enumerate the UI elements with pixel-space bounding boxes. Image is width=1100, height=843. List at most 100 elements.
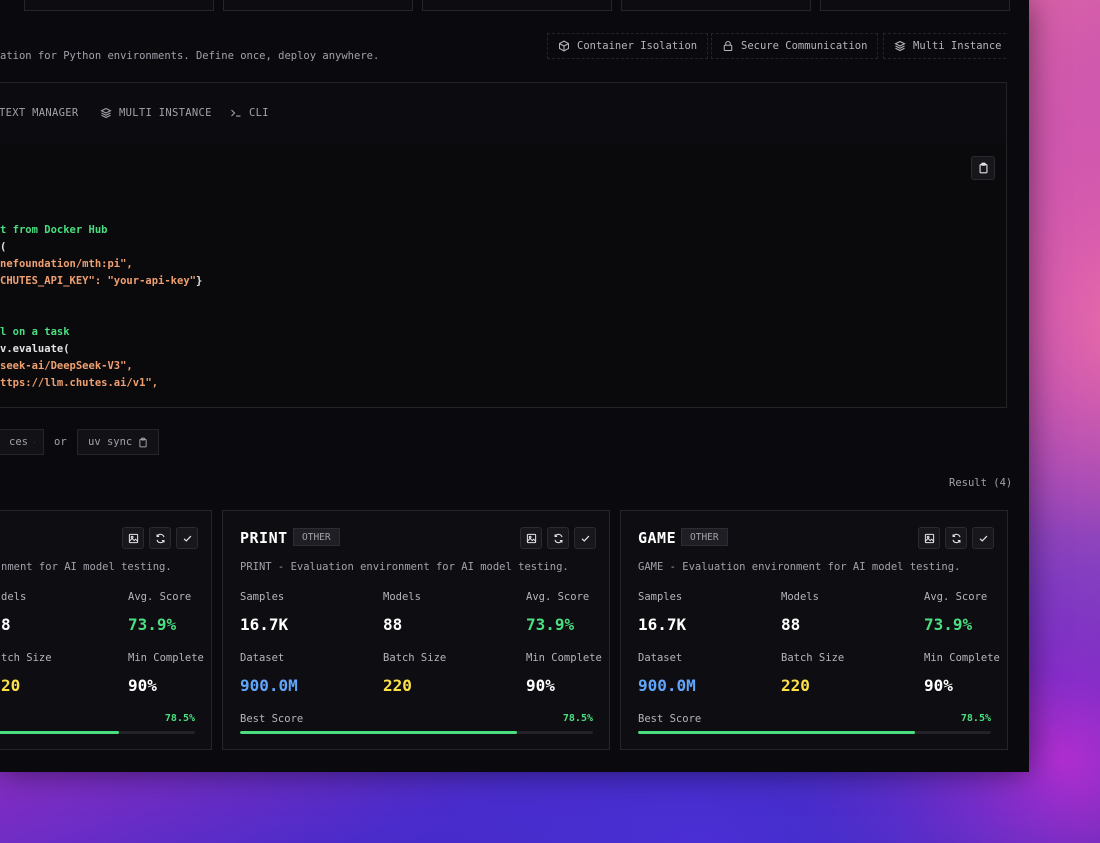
refresh-button[interactable] bbox=[149, 527, 171, 549]
top-card bbox=[422, 0, 612, 11]
tab-label: MULTI INSTANCE bbox=[119, 107, 212, 119]
page-subtitle: ation for Python environments. Define on… bbox=[0, 50, 380, 62]
best-score-fill bbox=[638, 731, 916, 734]
feature-label: Multi Instance bbox=[913, 40, 1002, 52]
app-window: ation for Python environments. Define on… bbox=[0, 0, 1029, 772]
check-icon bbox=[581, 535, 589, 542]
feature-label: Secure Communication bbox=[741, 40, 868, 52]
terminal-icon bbox=[231, 109, 241, 117]
samples-value: 16.7K bbox=[240, 615, 289, 634]
tab-context-manager[interactable]: TEXT MANAGER bbox=[0, 107, 78, 119]
min-complete-label: Min Complete bbox=[526, 652, 602, 664]
top-card bbox=[24, 0, 214, 11]
min-complete-value: 90% bbox=[128, 676, 157, 695]
card-description: PRINT - Evaluation environment for AI mo… bbox=[240, 561, 569, 573]
uv-sync-chip[interactable]: uv sync bbox=[77, 429, 160, 455]
refresh-button[interactable] bbox=[945, 527, 967, 549]
dataset-label: Dataset bbox=[240, 652, 285, 664]
best-score-value: 78.5% bbox=[960, 713, 991, 724]
batch-size-label: Batch Size bbox=[383, 652, 447, 664]
refresh-button[interactable] bbox=[547, 527, 569, 549]
clipboard-icon bbox=[34, 441, 35, 443]
best-score-label: Best Score bbox=[240, 713, 304, 725]
category-badge: OTHER bbox=[681, 528, 728, 546]
check-icon bbox=[183, 535, 191, 542]
code-string: seek-ai/DeepSeek-V3", bbox=[0, 360, 133, 372]
samples-value: 16.7K bbox=[638, 615, 687, 634]
top-card bbox=[820, 0, 1010, 11]
top-card bbox=[621, 0, 811, 11]
best-score-fill bbox=[0, 731, 120, 734]
avg-score-value: 73.9% bbox=[526, 615, 575, 634]
tab-cli[interactable]: CLI bbox=[230, 107, 269, 119]
code-tabs: TEXT MANAGER MULTI INSTANCE CLI bbox=[0, 83, 1006, 143]
environment-card[interactable]: GAME OTHER GAME - Evaluation environment… bbox=[620, 510, 1008, 750]
card-description: nment for AI model testing. bbox=[1, 561, 172, 573]
feature-multi-instance: Multi Instance bbox=[883, 33, 1006, 59]
code-string: CHUTES_API_KEY": bbox=[0, 275, 108, 287]
models-value: 8 bbox=[1, 615, 11, 634]
code-string: "your-api-key" bbox=[107, 275, 196, 287]
best-score-label: Best Score bbox=[638, 713, 702, 725]
feature-container-isolation: Container Isolation bbox=[547, 33, 709, 59]
environment-card[interactable]: PRINT OTHER PRINT - Evaluation environme… bbox=[222, 510, 610, 750]
install-command-chip[interactable]: ces bbox=[0, 429, 44, 455]
lock-icon bbox=[723, 40, 733, 52]
tab-multi-instance[interactable]: MULTI INSTANCE bbox=[100, 107, 212, 119]
batch-size-value: 20 bbox=[1, 676, 21, 695]
min-complete-value: 90% bbox=[924, 676, 953, 695]
batch-size-label: tch Size bbox=[1, 652, 52, 664]
code-punct: } bbox=[195, 275, 203, 287]
batch-size-value: 220 bbox=[383, 676, 412, 695]
models-value: 88 bbox=[781, 615, 801, 634]
code-comment: t from Docker Hub bbox=[0, 224, 108, 236]
install-command: ces bbox=[9, 436, 28, 448]
models-value: 88 bbox=[383, 615, 403, 634]
code-line: ( bbox=[0, 241, 7, 253]
category-badge: OTHER bbox=[293, 528, 340, 546]
image-icon bbox=[526, 533, 536, 543]
best-score-value: 78.5% bbox=[164, 713, 195, 724]
or-label: or bbox=[54, 436, 67, 448]
layers-icon bbox=[100, 107, 112, 119]
card-actions bbox=[918, 527, 994, 549]
card-title: GAME bbox=[638, 529, 677, 547]
code-string: ttps://llm.chutes.ai/v1", bbox=[0, 377, 159, 389]
models-label: Models bbox=[781, 591, 819, 603]
avg-score-label: Avg. Score bbox=[128, 591, 192, 603]
check-icon bbox=[979, 535, 987, 542]
card-actions bbox=[520, 527, 596, 549]
environment-card[interactable]: nment for AI model testing. dels Avg. Sc… bbox=[0, 510, 212, 750]
best-score-bar bbox=[240, 731, 593, 734]
tab-label: CLI bbox=[249, 107, 269, 119]
select-button[interactable] bbox=[574, 527, 596, 549]
models-label: Models bbox=[383, 591, 421, 603]
copy-code-button[interactable] bbox=[971, 156, 995, 180]
image-button[interactable] bbox=[122, 527, 144, 549]
dataset-label: Dataset bbox=[638, 652, 683, 664]
avg-score-label: Avg. Score bbox=[526, 591, 590, 603]
best-score-value: 78.5% bbox=[562, 713, 593, 724]
select-button[interactable] bbox=[176, 527, 198, 549]
image-icon bbox=[924, 533, 934, 543]
min-complete-value: 90% bbox=[526, 676, 555, 695]
feature-label: Container Isolation bbox=[577, 40, 698, 52]
refresh-icon bbox=[554, 533, 562, 543]
models-label: dels bbox=[1, 591, 27, 603]
samples-label: Samples bbox=[638, 591, 683, 603]
image-button[interactable] bbox=[918, 527, 940, 549]
best-score-bar bbox=[0, 731, 195, 734]
dataset-value: 900.0M bbox=[638, 676, 696, 695]
image-button[interactable] bbox=[520, 527, 542, 549]
feature-secure-communication: Secure Communication bbox=[711, 33, 879, 59]
card-actions bbox=[122, 527, 198, 549]
samples-label: Samples bbox=[240, 591, 285, 603]
layers-icon bbox=[894, 40, 906, 52]
install-command: uv sync bbox=[88, 436, 133, 448]
batch-size-label: Batch Size bbox=[781, 652, 845, 664]
clipboard-icon bbox=[139, 437, 147, 447]
result-count: Result (4) bbox=[949, 477, 1013, 489]
select-button[interactable] bbox=[972, 527, 994, 549]
refresh-icon bbox=[952, 533, 960, 543]
card-description: GAME - Evaluation environment for AI mod… bbox=[638, 561, 961, 573]
